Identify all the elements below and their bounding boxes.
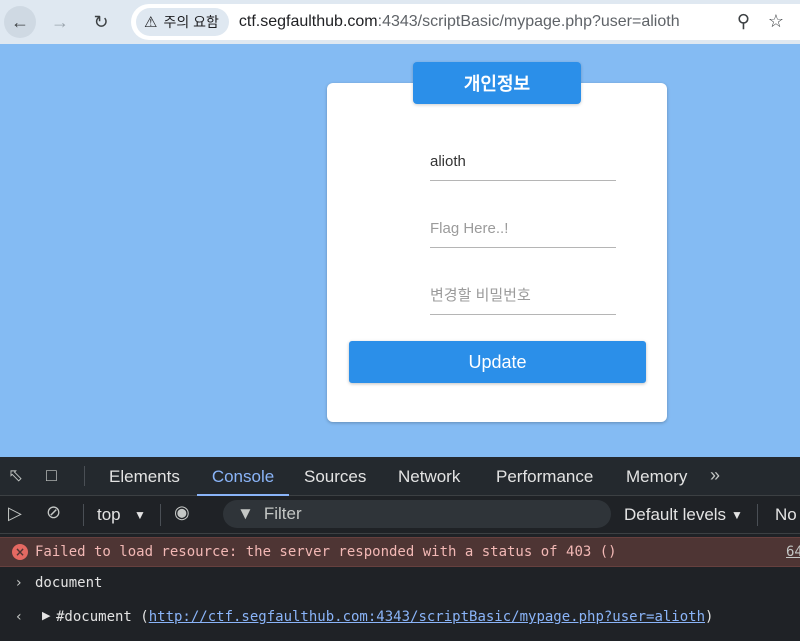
result-text: #document (http://ctf.segfaulthub.com:43… — [56, 609, 713, 625]
input-prompt-icon: › — [16, 575, 22, 591]
error-source-link[interactable]: 64 — [786, 544, 800, 560]
more-tabs-icon[interactable]: » — [710, 465, 720, 486]
chevron-down-icon[interactable]: ▼ — [134, 508, 146, 522]
url-text[interactable]: ctf.segfaulthub.com:4343/scriptBasic/myp… — [239, 13, 680, 31]
sidebar-toggle-icon[interactable]: ▷ — [8, 503, 22, 524]
divider — [160, 504, 161, 526]
update-button[interactable]: Update — [349, 341, 646, 383]
tab-network[interactable]: Network — [398, 457, 460, 496]
chevron-down-icon[interactable]: ▼ — [731, 508, 743, 522]
clear-console-icon[interactable]: ⊘ — [46, 502, 61, 523]
flag-field[interactable] — [430, 210, 616, 248]
url-path: :4343/scriptBasic/mypage.php?user=alioth — [377, 13, 680, 30]
console-toolbar: ▷ ⊘ top ▼ ◉ ▼ Filter Default levels ▼ No — [0, 496, 800, 534]
tab-memory[interactable]: Memory — [626, 457, 687, 496]
error-icon: × — [12, 544, 28, 560]
issues-counter[interactable]: No — [775, 505, 797, 525]
console-error-row: × Failed to load resource: the server re… — [0, 537, 800, 567]
result-arrow-icon: ‹ — [16, 609, 22, 625]
device-toolbar-icon[interactable]: □ — [46, 465, 57, 486]
security-label: 주의 요함 — [163, 14, 219, 30]
tab-console[interactable]: Console — [197, 457, 289, 496]
console-filter-input[interactable]: ▼ Filter — [223, 500, 611, 528]
tab-performance[interactable]: Performance — [496, 457, 593, 496]
user-id-field[interactable] — [430, 143, 616, 181]
star-icon[interactable]: ☆ — [768, 11, 784, 32]
url-host: ctf.segfaulthub.com — [238, 13, 378, 30]
forward-arrow-icon[interactable]: → — [44, 6, 76, 38]
back-arrow-icon[interactable]: ← — [4, 6, 36, 38]
console-input-row: › document — [0, 569, 800, 599]
context-selector[interactable]: top — [97, 505, 121, 525]
tab-elements[interactable]: Elements — [109, 457, 180, 496]
devtools-tabbar: ⬁ □ Elements Console Sources Network Per… — [0, 457, 800, 496]
filter-placeholder: Filter — [263, 504, 302, 523]
inspect-element-icon[interactable]: ⬁ — [8, 465, 23, 486]
tab-sources[interactable]: Sources — [304, 457, 366, 496]
result-url-link[interactable]: http://ctf.segfaulthub.com:4343/scriptBa… — [149, 609, 705, 625]
result-suffix: ) — [705, 609, 714, 625]
reload-icon[interactable]: ↻ — [85, 6, 117, 38]
expand-triangle-icon[interactable]: ▶ — [42, 609, 50, 622]
filter-icon: ▼ — [237, 504, 254, 523]
new-password-field[interactable] — [430, 277, 616, 315]
divider — [757, 504, 758, 526]
address-bar[interactable]: ⚠ 주의 요함 ctf.segfaulthub.com:4343/scriptB… — [131, 4, 800, 40]
console-result-row: ‹ ▶ #document (http://ctf.segfaulthub.co… — [0, 603, 800, 633]
log-levels-dropdown[interactable]: Default levels — [624, 505, 726, 525]
divider — [84, 466, 85, 486]
console-input-text: document — [35, 575, 103, 591]
error-message: Failed to load resource: the server resp… — [35, 544, 617, 560]
security-chip[interactable]: ⚠ 주의 요함 — [136, 8, 229, 36]
zoom-icon[interactable]: ⚲ — [737, 11, 750, 32]
divider — [83, 504, 84, 526]
result-prefix: #document ( — [56, 609, 149, 625]
warning-icon: ⚠ — [144, 14, 158, 31]
live-expression-eye-icon[interactable]: ◉ — [174, 502, 190, 523]
browser-toolbar: ← → ↻ ⚠ 주의 요함 ctf.segfaulthub.com:4343/s… — [0, 0, 800, 44]
devtools-panel: ⬁ □ Elements Console Sources Network Per… — [0, 457, 800, 641]
page-title: 개인정보 — [413, 62, 581, 104]
